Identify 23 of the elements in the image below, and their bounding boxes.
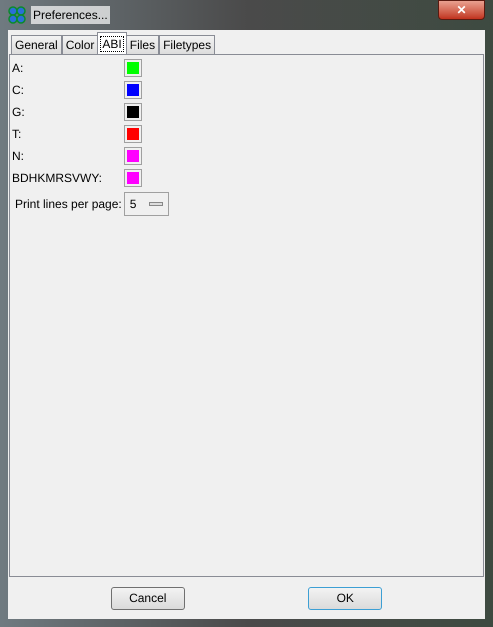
- color-swatch-button[interactable]: [124, 59, 142, 77]
- color-swatch-button[interactable]: [124, 81, 142, 99]
- color-label: G:: [11, 104, 26, 121]
- color-swatch-button[interactable]: [124, 147, 142, 165]
- app-icon: [8, 6, 26, 24]
- tab[interactable]: General: [11, 35, 62, 54]
- dialog-button[interactable]: OK: [308, 586, 382, 610]
- tab[interactable]: ABI: [97, 32, 127, 54]
- color-swatch-button[interactable]: [124, 103, 142, 121]
- tab[interactable]: Files: [126, 35, 160, 54]
- dialog-button[interactable]: Cancel: [110, 586, 185, 610]
- print-lines-dropdown[interactable]: 5: [124, 192, 169, 216]
- window-title: Preferences...: [31, 6, 110, 24]
- tab[interactable]: Color: [62, 35, 98, 54]
- print-lines-label: Print lines per page:: [15, 196, 122, 213]
- color-label: N:: [11, 148, 25, 165]
- color-label: C:: [11, 82, 25, 99]
- tab[interactable]: Filetypes: [159, 35, 216, 54]
- color-swatch-button[interactable]: [124, 125, 142, 143]
- color-swatch-button[interactable]: [124, 169, 142, 187]
- color-label: BDHKMRSVWY:: [11, 170, 104, 187]
- color-label: T:: [11, 126, 22, 143]
- color-label: A:: [11, 60, 24, 77]
